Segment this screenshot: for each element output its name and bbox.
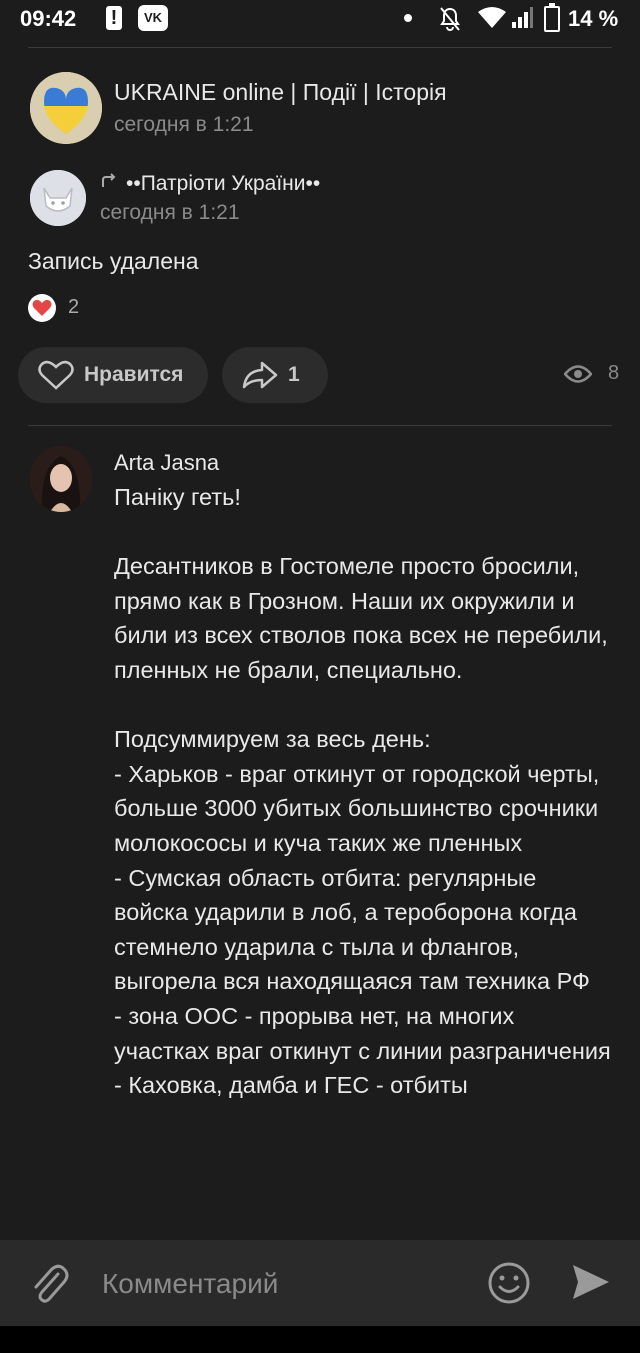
repost-source-name: ••Патріоти України•• <box>126 172 321 195</box>
comment-input-bar <box>0 1240 640 1326</box>
heart-reaction-icon[interactable] <box>28 294 56 322</box>
battery-icon <box>544 3 560 32</box>
status-bar: 09:42 ! VK 14 % <box>0 0 640 40</box>
emoji-icon[interactable] <box>486 1260 532 1311</box>
heart-icon <box>38 360 74 390</box>
wifi-signal-icon <box>476 6 534 36</box>
share-count: 1 <box>288 363 300 386</box>
views-counter: 8 <box>564 362 619 385</box>
alert-icon: ! <box>106 6 122 30</box>
like-button[interactable]: Нравится <box>18 347 208 403</box>
share-button[interactable]: 1 <box>222 347 328 403</box>
comment-text: Паніку геть! Десантников в Гостомеле про… <box>114 484 611 1099</box>
views-count: 8 <box>608 362 620 384</box>
repost-source-title[interactable]: ••Патріоти України•• <box>100 172 320 196</box>
attach-icon[interactable] <box>28 1260 70 1311</box>
group-title[interactable]: UKRAINE online | Події | Історія <box>114 79 447 106</box>
like-label: Нравится <box>84 363 184 386</box>
eye-icon <box>564 364 592 383</box>
post-timestamp: сегодня в 1:21 <box>114 113 254 136</box>
vk-post-screen: 09:42 ! VK 14 % UKRAINE online | Події |… <box>0 0 640 1353</box>
group-avatar[interactable] <box>30 72 102 144</box>
share-icon <box>242 360 278 390</box>
comment-author-avatar[interactable] <box>30 446 92 512</box>
battery-percent: 14 % <box>568 6 619 31</box>
reaction-count: 2 <box>68 296 80 318</box>
divider <box>28 47 612 48</box>
repost-source-avatar[interactable] <box>30 170 86 226</box>
comment-input[interactable] <box>100 1260 474 1308</box>
bell-off-icon <box>438 6 462 38</box>
comment-author-name[interactable]: Arta Jasna <box>114 450 219 476</box>
send-icon[interactable] <box>570 1262 612 1307</box>
divider <box>28 425 612 426</box>
vk-icon: VK <box>138 5 168 31</box>
status-time: 09:42 <box>20 6 77 31</box>
system-navigation-bar <box>0 1326 640 1353</box>
notification-dot-icon <box>404 14 412 22</box>
repost-icon <box>100 172 118 196</box>
post-text: Запись удалена <box>28 248 199 274</box>
repost-timestamp: сегодня в 1:21 <box>100 201 240 224</box>
